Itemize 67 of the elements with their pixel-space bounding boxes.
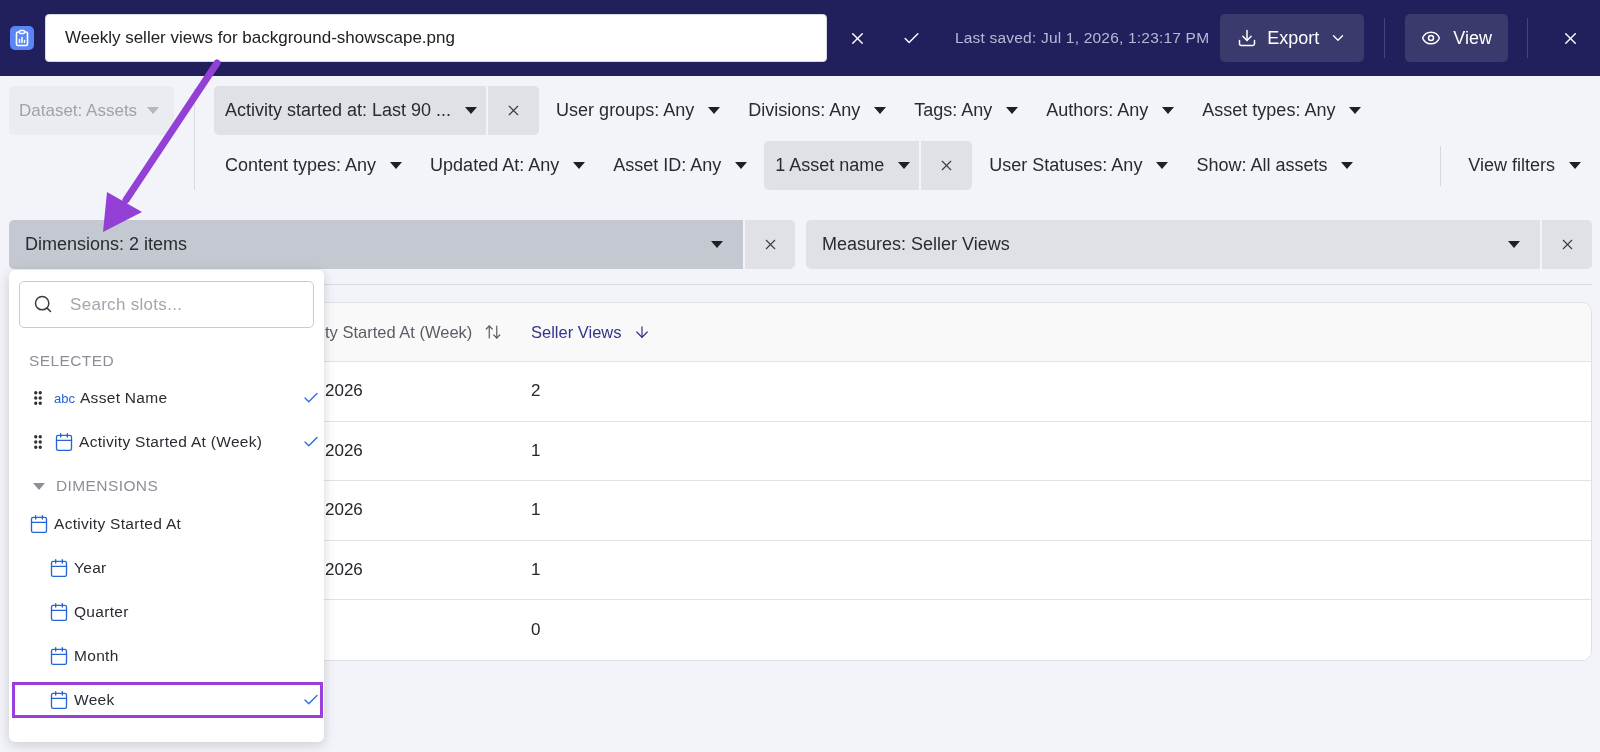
calendar-icon [54,432,74,452]
filter-dropdown[interactable]: Activity started at: Last 90 ... [214,86,487,135]
filter-dropdown[interactable]: Show: All assets [1185,141,1365,190]
caret-down-icon [147,107,160,114]
table-cell: 1 [531,500,541,521]
calendar-icon [49,558,69,578]
caret-down-icon [573,162,586,169]
slot-option[interactable]: Activity Started At (Week) [12,424,323,460]
caret-down-icon [465,107,478,114]
section-heading: SELECTED [28,351,115,371]
export-button[interactable]: Export [1220,14,1365,62]
calendar-icon [49,602,69,622]
filter-dropdown[interactable]: User groups: Any [545,86,732,135]
caret-down-icon [1006,107,1019,114]
table-cell: 2026 [325,440,363,461]
caret-down-icon [1349,107,1362,114]
caret-down-icon [1569,162,1581,169]
filter-dropdown[interactable]: Tags: Any [903,86,1030,135]
caret-down-icon [874,107,887,114]
dimensions-dropdown[interactable]: Dimensions: 2 items [9,220,743,269]
measures-dropdown[interactable]: Measures: Seller Views [806,220,1540,269]
filter-dropdown[interactable]: Updated At: Any [419,141,597,190]
column-header[interactable]: ty Started At (Week) [325,322,503,342]
table-cell: 0 [531,619,541,640]
view-button[interactable]: View [1405,14,1508,62]
sort-icon [484,323,503,341]
search-icon [33,294,53,314]
caret-down-icon [390,162,403,169]
title-input[interactable]: Weekly seller views for background-showscape.png [45,14,827,62]
slot-option[interactable]: abc Asset Name [12,380,323,416]
eye-icon [1421,28,1442,48]
slot-option[interactable]: Quarter [12,594,323,630]
caret-down-icon [711,241,723,248]
filter-dropdown[interactable]: Asset types: Any [1191,86,1373,135]
table-cell: 2026 [325,559,363,580]
filter-dropdown[interactable]: Asset ID: Any [602,141,759,190]
calendar-icon [49,690,69,710]
download-icon [1237,28,1258,48]
caret-down-icon [735,162,748,169]
filter-dropdown[interactable]: 1 Asset name [764,141,920,190]
slot-option[interactable]: Month [12,638,323,674]
caret-down-icon [1508,241,1520,248]
text-type-label: abc [54,390,75,406]
caret-down-icon [1162,107,1175,114]
slot-option[interactable]: Week [12,682,323,718]
filter-dropdown[interactable]: Divisions: Any [737,86,898,135]
table-cell: 2026 [325,500,363,521]
last-saved-text: Last saved: Jul 1, 2026, 1:23:17 PM [954,29,1210,47]
caret-down-icon [1341,162,1354,169]
table-cell: 2 [531,381,541,402]
table-cell: 2026 [325,381,363,402]
caret-down-icon [1156,162,1169,169]
calendar-icon [29,514,49,534]
filter-dropdown[interactable]: User Statuses: Any [978,141,1180,190]
table-cell: 1 [531,440,541,461]
search-field[interactable]: Search slots... [19,281,314,328]
view-filters-dropdown[interactable]: View filters [1457,141,1592,190]
clipboard-chart-icon[interactable] [10,26,34,50]
slot-option[interactable]: Activity Started At [12,506,323,542]
caret-down-icon [708,107,721,114]
slot-option[interactable]: Year [12,550,323,586]
filter-dropdown[interactable]: Authors: Any [1035,86,1186,135]
caret-down-icon [898,162,911,169]
filter-dropdown[interactable]: Content types: Any [214,141,414,190]
calendar-icon [49,646,69,666]
column-header[interactable]: Seller Views [531,322,652,342]
table-cell: 1 [531,559,541,580]
